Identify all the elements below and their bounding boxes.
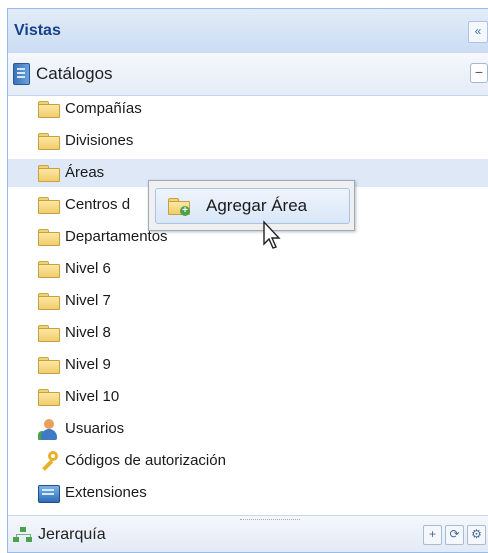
context-menu: + Agregar Área	[148, 180, 355, 231]
tree-item-usuarios[interactable]: Usuarios	[8, 415, 488, 443]
mouse-pointer-icon	[263, 220, 281, 249]
settings-icon[interactable]: ⚙	[467, 525, 486, 545]
resize-grip[interactable]	[240, 519, 300, 522]
tree-item-label: Nivel 6	[65, 260, 111, 277]
add-button[interactable]: +	[423, 525, 442, 545]
extensions-icon	[38, 483, 60, 505]
users-icon	[38, 419, 60, 441]
context-menu-item-agregar-area[interactable]: + Agregar Área	[155, 188, 350, 224]
context-menu-item-label: Agregar Área	[206, 196, 308, 215]
views-panel: Vistas « Catálogos − Compañías Divisione…	[7, 8, 488, 553]
folder-add-icon: +	[168, 198, 190, 216]
collapse-section-button[interactable]: −	[470, 63, 488, 83]
panel-header: Vistas «	[8, 9, 488, 54]
double-chevron-left-icon[interactable]: «	[468, 21, 488, 43]
tree-item-label: Compañías	[65, 100, 142, 117]
refresh-icon[interactable]: ⟳	[445, 525, 464, 545]
tree-item-nivel-7[interactable]: Nivel 7	[8, 287, 488, 315]
tree-item-label: Códigos de autorización	[65, 452, 226, 469]
hierarchy-icon	[13, 527, 33, 543]
folder-icon	[38, 229, 60, 246]
folder-icon	[38, 293, 60, 310]
tree-item-extensiones[interactable]: Extensiones	[8, 479, 488, 507]
section-label: Catálogos	[36, 64, 113, 83]
tree-item-divisiones[interactable]: Divisiones	[8, 127, 488, 155]
catalog-book-icon	[13, 63, 30, 85]
folder-icon	[38, 357, 60, 374]
section-catalogos[interactable]: Catálogos −	[8, 53, 488, 96]
tree-item-label: Centros d	[65, 196, 131, 213]
tree-item-nivel-8[interactable]: Nivel 8	[8, 319, 488, 347]
section-label: Jerarquía	[38, 526, 106, 543]
tree-item-label: Usuarios	[65, 420, 125, 437]
tree-item-companias[interactable]: Compañías	[8, 95, 488, 123]
tree-item-nivel-9[interactable]: Nivel 9	[8, 351, 488, 379]
folder-icon	[38, 165, 60, 182]
folder-icon	[38, 261, 60, 278]
tree-item-nivel-6[interactable]: Nivel 6	[8, 255, 488, 283]
tree-item-codigos[interactable]: Códigos de autorización	[8, 447, 488, 475]
folder-icon	[38, 101, 60, 118]
tree-item-label: Nivel 7	[65, 292, 111, 309]
folder-icon	[38, 325, 60, 342]
key-icon	[38, 451, 60, 473]
section-jerarquia[interactable]: Jerarquía + ⟳ ⚙	[8, 515, 488, 552]
tree-item-label: Extensiones	[65, 484, 147, 501]
folder-icon	[38, 197, 60, 214]
tree-item-label: Nivel 10	[65, 388, 120, 405]
tree-item-label: Áreas	[65, 164, 105, 181]
folder-icon	[38, 389, 60, 406]
tree-item-label: Nivel 9	[65, 356, 111, 373]
folder-icon	[38, 133, 60, 150]
tree-item-nivel-10[interactable]: Nivel 10	[8, 383, 488, 411]
panel-title: Vistas	[14, 22, 61, 39]
tree-item-label: Nivel 8	[65, 324, 111, 341]
tree-item-label: Divisiones	[65, 132, 134, 149]
